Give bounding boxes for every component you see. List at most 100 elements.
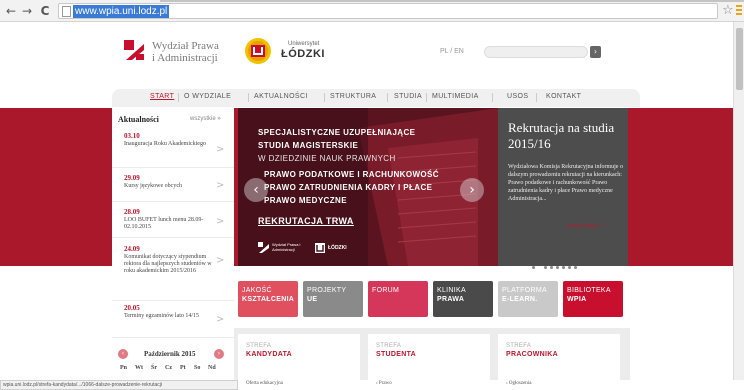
- news-text: Komunikat dotyczący stypendium rektora d…: [124, 254, 212, 274]
- university-label-small: Uniwersytet: [288, 41, 320, 47]
- zone-item[interactable]: Oferta edukacyjna: [246, 381, 283, 386]
- calendar-next-icon[interactable]: ›: [214, 349, 224, 359]
- back-arrow-icon[interactable]: ←: [4, 4, 18, 18]
- zone-item[interactable]: › Prawo: [376, 381, 392, 386]
- tile-label2: KSZTAŁCENIA: [242, 296, 295, 303]
- news-text: Inauguracja Roku Akademickiego: [124, 141, 206, 147]
- url-text[interactable]: www.wpia.uni.lodz.pl: [73, 5, 170, 18]
- chevron-right-icon: >: [216, 216, 225, 227]
- zone-label1: STREFA: [506, 343, 532, 349]
- weekday: Nd: [208, 365, 216, 371]
- tile-projekty-ue[interactable]: PROJEKTY UE: [303, 281, 363, 317]
- page-scrollbar[interactable]: [733, 22, 744, 380]
- zone-item[interactable]: › Ogłoszenia: [506, 381, 531, 386]
- reload-icon[interactable]: C: [38, 4, 52, 18]
- faculty-name[interactable]: Wydział Prawa i Administracji: [152, 40, 219, 64]
- nav-struktura[interactable]: STRUKTURA: [330, 93, 376, 100]
- zone-label1: STREFA: [376, 343, 402, 349]
- news-date: 03.10: [124, 132, 140, 140]
- chevron-right-icon: >: [216, 180, 225, 191]
- calendar-header: ‹ Październik 2015 ›: [118, 349, 228, 361]
- news-text: Kursy językowe obcych: [124, 183, 182, 189]
- slider-dot[interactable]: [538, 266, 541, 269]
- slider-dot[interactable]: [556, 266, 559, 269]
- read-more-link[interactable]: czytaj więcej >>: [566, 223, 606, 229]
- slider-dot[interactable]: [532, 266, 535, 269]
- recruitment-link[interactable]: REKRUTACJA TRWA: [258, 216, 354, 226]
- faculty-logo-small-icon: [258, 242, 269, 253]
- slider-dot[interactable]: [562, 266, 565, 269]
- tile-label2: UE: [307, 296, 318, 303]
- zone-label1: STREFA: [246, 343, 272, 349]
- university-logo-icon[interactable]: [244, 37, 272, 65]
- search-input[interactable]: [484, 46, 588, 58]
- nav-usos[interactable]: USOS: [507, 93, 528, 100]
- tile-biblioteka-wpia[interactable]: BIBLIOTEKA WPIA: [563, 281, 623, 317]
- hero-slider[interactable]: SPECJALISTYCZNE UZUPEŁNIAJĄCE STUDIA MAG…: [238, 108, 498, 266]
- tile-label1: PLATFORMA: [502, 287, 547, 294]
- news-date: 24.09: [124, 245, 140, 253]
- address-bar[interactable]: www.wpia.uni.lodz.pl: [58, 3, 718, 19]
- page-icon: [62, 6, 71, 17]
- zone-kandydata[interactable]: STREFA KANDYDATA: [238, 334, 360, 380]
- slider-dot[interactable]: [550, 266, 553, 269]
- news-text: Terminy egzaminów lato 14/15: [124, 313, 200, 319]
- browser-menu-icon[interactable]: [736, 5, 742, 16]
- news-panel: Aktualności wszystkie » 03.10 Inauguracj…: [112, 108, 234, 390]
- calendar-title: Październik 2015: [144, 350, 196, 358]
- weekday: Śr: [151, 365, 157, 371]
- chevron-right-icon: >: [216, 255, 225, 266]
- faculty-logo-icon[interactable]: [124, 40, 146, 62]
- nav-start[interactable]: START: [150, 93, 174, 100]
- scrollbar-thumb[interactable]: [736, 28, 743, 90]
- chevron-right-icon: >: [216, 144, 225, 155]
- bookmark-star-icon[interactable]: ☆: [722, 3, 734, 18]
- slider-line4: PRAWO PODATKOWE I RACHUNKOWOŚĆ: [264, 170, 439, 179]
- calendar-prev-icon[interactable]: ‹: [118, 349, 128, 359]
- tile-jakosc-ksztalcenia[interactable]: JAKOŚĆ KSZTAŁCENIA: [238, 281, 298, 317]
- tile-label1: BIBLIOTEKA: [567, 287, 611, 294]
- zone-studenta[interactable]: STREFA STUDENTA: [368, 334, 490, 380]
- slider-dots: [532, 256, 592, 269]
- news-item[interactable]: 20.05 Terminy egzaminów lato 14/15 >: [112, 304, 234, 338]
- news-item[interactable]: 29.09 Kursy językowe obcych >: [112, 174, 234, 202]
- language-switch[interactable]: PL / EN: [440, 48, 464, 55]
- nav-kontakt[interactable]: KONTAKT: [546, 93, 581, 100]
- search-button[interactable]: ›: [590, 46, 601, 58]
- slider-line3: W DZIEDZINIE NAUK PRAWNYCH: [258, 154, 396, 163]
- news-item[interactable]: 28.09 LOO BUFET lunch menu 28.09-02.10.2…: [112, 208, 234, 238]
- faculty-name-line2: i Administracji: [152, 52, 218, 64]
- slider-dot[interactable]: [574, 266, 577, 269]
- nav-studia[interactable]: STUDIA: [394, 93, 422, 100]
- slider-logos: Wydział Prawa i Administracji ŁÓDZKI: [258, 240, 358, 256]
- recruitment-title: Rekrutacja na studia 2015/16: [508, 120, 615, 151]
- slider-dot[interactable]: [568, 266, 571, 269]
- tile-label2: PRAWA: [437, 296, 465, 303]
- nav-o-wydziale[interactable]: O WYDZIALE: [184, 93, 231, 100]
- slider-next-icon[interactable]: ›: [460, 178, 484, 202]
- university-logo-small-icon: [315, 243, 325, 253]
- tile-label1: PROJEKTY: [307, 287, 347, 294]
- zone-pracownika[interactable]: STREFA PRACOWNIKA: [498, 334, 620, 380]
- slider-line1: SPECJALISTYCZNE UZUPEŁNIAJĄCE: [258, 128, 416, 137]
- tile-label1: KLINIKA: [437, 287, 466, 294]
- status-bar: wpia.uni.lodz.pl/strefa-kandydata/.../10…: [0, 380, 238, 390]
- slider-prev-icon[interactable]: ‹: [244, 178, 268, 202]
- nav-aktualnosci[interactable]: AKTUALNOŚCI: [254, 93, 308, 100]
- slider-logo-right-text: ŁÓDZKI: [328, 245, 347, 251]
- news-item[interactable]: 24.09 Komunikat dotyczący stypendium rek…: [112, 245, 234, 301]
- forward-arrow-icon[interactable]: →: [20, 4, 34, 18]
- slider-dot[interactable]: [544, 266, 547, 269]
- tile-forum[interactable]: FORUM: [368, 281, 428, 317]
- news-date: 29.09: [124, 174, 140, 182]
- tile-platforma-elearning[interactable]: PLATFORMA E-LEARN.: [498, 281, 558, 317]
- news-heading: Aktualności: [118, 115, 159, 124]
- news-item[interactable]: 03.10 Inauguracja Roku Akademickiego >: [112, 132, 234, 168]
- weekday: Wt: [135, 365, 143, 371]
- nav-multimedia[interactable]: MULTIMEDIA: [432, 93, 479, 100]
- faculty-name-line1: Wydział Prawa: [152, 40, 219, 52]
- news-text: LOO BUFET lunch menu 28.09-02.10.2015: [124, 217, 204, 230]
- browser-toolbar: ← → C www.wpia.uni.lodz.pl ☆: [0, 0, 744, 22]
- news-all-link[interactable]: wszystkie »: [190, 116, 221, 122]
- tile-klinika-prawa[interactable]: KLINIKA PRAWA: [433, 281, 493, 317]
